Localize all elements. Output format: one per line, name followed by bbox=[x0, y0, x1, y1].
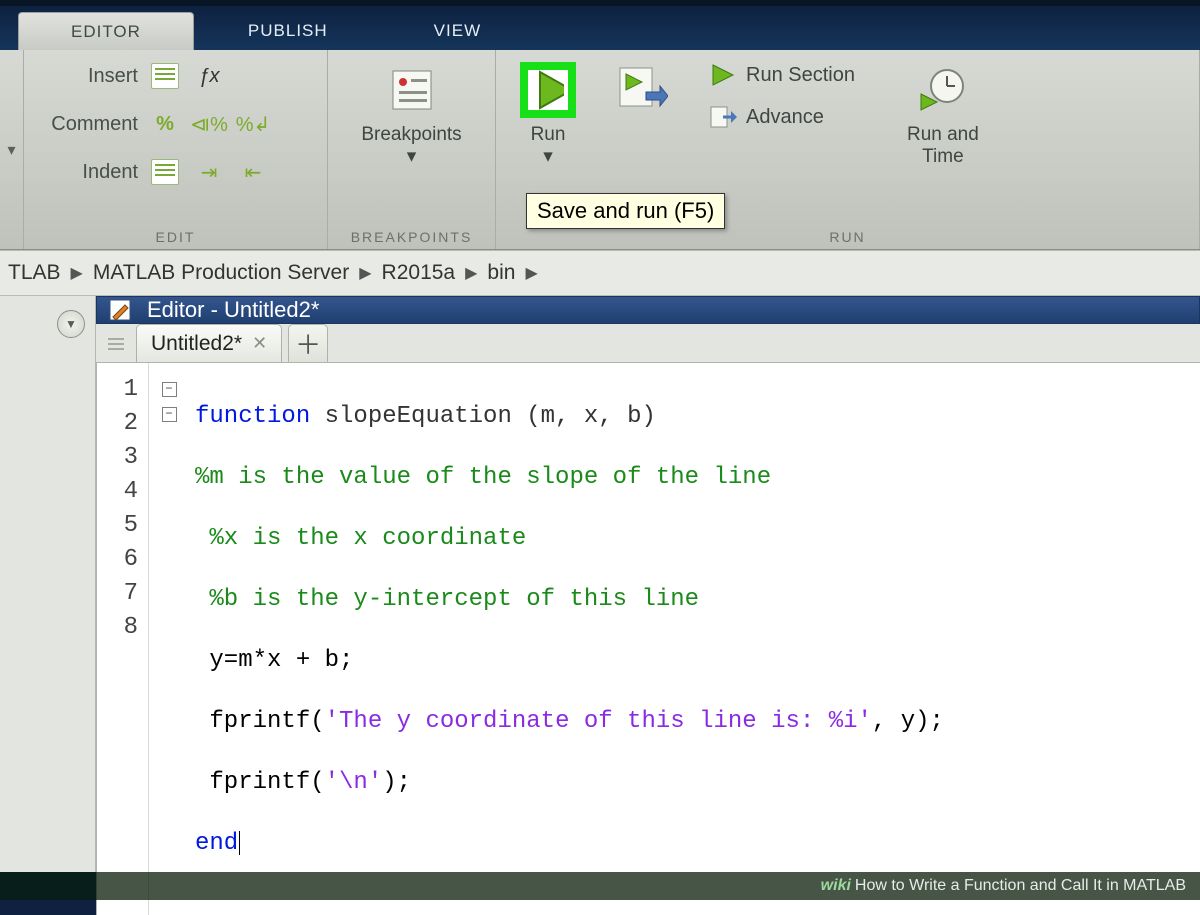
tab-publish[interactable]: PUBLISH bbox=[196, 12, 380, 50]
run-advance-button[interactable]: x bbox=[604, 58, 680, 148]
chevron-right-icon: ▶ bbox=[69, 263, 85, 283]
fold-gutter: − − bbox=[149, 363, 189, 915]
chevron-right-icon: ▶ bbox=[357, 263, 373, 283]
panel-title-text: Editor - Untitled2* bbox=[147, 297, 319, 323]
run-section-button[interactable]: Run Section bbox=[702, 58, 861, 92]
indent-right-icon[interactable]: ⇥ bbox=[192, 155, 226, 189]
label-indent: Indent bbox=[38, 161, 138, 184]
pencil-icon bbox=[107, 297, 133, 323]
run-icon bbox=[520, 62, 576, 118]
ribbon-toolbar: ▾ Insert ƒx · Comment % ⧏% %↲ Indent bbox=[0, 50, 1200, 250]
document-tab-strip: Untitled2* ✕ ＋ bbox=[96, 324, 1200, 363]
ribbon-group-edit: Insert ƒx · Comment % ⧏% %↲ Indent ⇥ ⇤ bbox=[24, 50, 328, 249]
chevron-right-icon: ▶ bbox=[523, 263, 539, 283]
crumb-0[interactable]: TLAB bbox=[0, 261, 69, 285]
advance-label: Advance bbox=[746, 106, 824, 129]
run-section-icon bbox=[708, 60, 738, 90]
run-label: Run▾ bbox=[531, 124, 566, 168]
editor-panel-title: Editor - Untitled2* bbox=[96, 296, 1200, 324]
left-panel: ▼ bbox=[0, 296, 96, 872]
percent-wrap-icon[interactable]: %↲ bbox=[236, 107, 270, 141]
tab-drag-handle[interactable] bbox=[108, 326, 124, 362]
ribbon-tab-strip: EDITOR PUBLISH VIEW bbox=[0, 6, 1200, 50]
doc-tab-label: Untitled2* bbox=[151, 332, 242, 356]
crumb-1[interactable]: MATLAB Production Server bbox=[85, 261, 357, 285]
close-icon[interactable]: ✕ bbox=[252, 333, 267, 354]
breakpoints-label: Breakpoints▾ bbox=[361, 124, 461, 168]
new-tab-button[interactable]: ＋ bbox=[288, 324, 328, 362]
chevron-right-icon: ▶ bbox=[463, 263, 479, 283]
indent-doc-icon[interactable] bbox=[148, 155, 182, 189]
tab-view[interactable]: VIEW bbox=[382, 12, 533, 50]
line-gutter: 12345678 bbox=[97, 363, 149, 915]
ribbon-group-breakpoints: Breakpoints▾ BREAKPOINTS bbox=[328, 50, 496, 249]
advance-button[interactable]: Advance bbox=[702, 100, 861, 134]
wiki-badge: wiki bbox=[821, 877, 851, 895]
tab-editor[interactable]: EDITOR bbox=[18, 12, 194, 50]
crumb-2[interactable]: R2015a bbox=[374, 261, 464, 285]
document-tab[interactable]: Untitled2* ✕ bbox=[136, 324, 282, 362]
editor-panel: Editor - Untitled2* Untitled2* ✕ ＋ 12345… bbox=[96, 296, 1200, 872]
code-text[interactable]: function slopeEquation (m, x, b) %m is t… bbox=[189, 363, 1200, 915]
fold-toggle[interactable]: − bbox=[162, 407, 177, 422]
run-time-icon bbox=[915, 62, 971, 118]
tooltip-save-and-run: Save and run (F5) bbox=[526, 193, 725, 229]
run-time-label: Run and Time bbox=[907, 124, 979, 168]
fx-icon[interactable]: ƒx bbox=[192, 59, 226, 93]
watermark-footer: wiki How to Write a Function and Call It… bbox=[0, 872, 1200, 900]
crumb-3[interactable]: bin bbox=[479, 261, 523, 285]
panel-menu-button[interactable]: ▼ bbox=[57, 310, 85, 338]
path-breadcrumb: TLAB ▶ MATLAB Production Server ▶ R2015a… bbox=[0, 250, 1200, 296]
breakpoints-icon bbox=[384, 62, 440, 118]
label-comment: Comment bbox=[38, 113, 138, 136]
percent-uncomment-icon[interactable]: ⧏% bbox=[192, 107, 226, 141]
fold-toggle[interactable]: − bbox=[162, 382, 177, 397]
breakpoints-button[interactable]: Breakpoints▾ bbox=[351, 58, 471, 170]
workspace: ▼ Editor - Untitled2* Untitled2* ✕ ＋ 123… bbox=[0, 296, 1200, 872]
ribbon-toggle[interactable]: ▾ bbox=[0, 50, 24, 249]
insert-section-icon[interactable] bbox=[148, 59, 182, 93]
run-button[interactable]: Run▾ bbox=[510, 58, 586, 170]
label-insert: Insert bbox=[38, 65, 138, 88]
code-editor[interactable]: 12345678 − − function slopeEquation (m, … bbox=[96, 363, 1200, 915]
article-title: How to Write a Function and Call It in M… bbox=[855, 877, 1186, 895]
group-label-breakpoints: BREAKPOINTS bbox=[342, 225, 481, 245]
indent-left-icon[interactable]: ⇤ bbox=[236, 155, 270, 189]
run-and-time-button[interactable]: Run and Time bbox=[897, 58, 989, 170]
group-label-edit: EDIT bbox=[38, 225, 313, 245]
run-section-label: Run Section bbox=[746, 64, 855, 87]
run-advance-icon bbox=[614, 62, 670, 118]
percent-icon[interactable]: % bbox=[148, 107, 182, 141]
advance-icon bbox=[708, 102, 738, 132]
